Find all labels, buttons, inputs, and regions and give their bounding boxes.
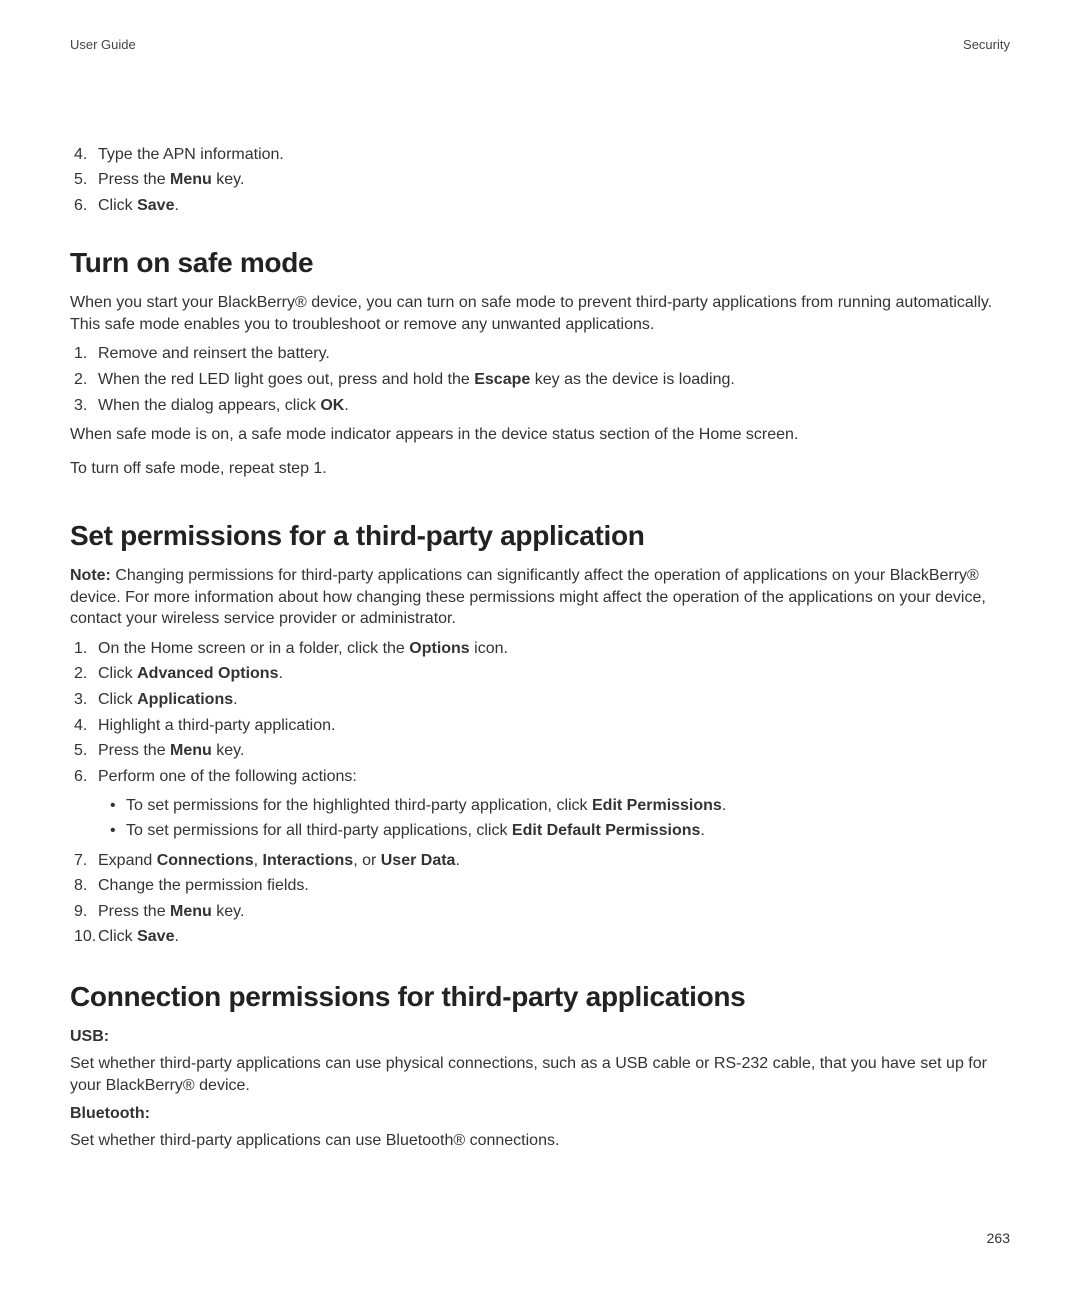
list-item: 6. Click Save.	[70, 195, 1010, 217]
list-item: 3. Click Applications.	[70, 689, 1010, 711]
note-label: Note:	[70, 567, 111, 584]
step-number: 1.	[70, 638, 98, 660]
page-number: 263	[987, 1229, 1010, 1248]
step-text: Highlight a third-party application.	[98, 715, 1010, 737]
safe-mode-intro: When you start your BlackBerry® device, …	[70, 292, 1010, 335]
step-number: 3.	[70, 395, 98, 417]
step-text: Press the Menu key.	[98, 169, 1010, 191]
permissions-steps-continued: 7. Expand Connections, Interactions, or …	[70, 850, 1010, 948]
def-label-usb: USB:	[70, 1026, 1010, 1048]
step-text: Remove and reinsert the battery.	[98, 343, 1010, 365]
step-number: 2.	[70, 369, 98, 391]
step-number: 10.	[70, 926, 98, 948]
step-number: 6.	[70, 766, 98, 788]
step-text: Type the APN information.	[98, 144, 1010, 166]
def-label-bluetooth: Bluetooth:	[70, 1103, 1010, 1125]
step-text: Press the Menu key.	[98, 901, 1010, 923]
step-number: 4.	[70, 715, 98, 737]
list-item: 1. On the Home screen or in a folder, cl…	[70, 638, 1010, 660]
def-body-bluetooth: Set whether third-party applications can…	[70, 1130, 1010, 1152]
page-header: User Guide Security	[70, 36, 1010, 54]
safe-mode-note-1: When safe mode is on, a safe mode indica…	[70, 424, 1010, 446]
safe-mode-steps: 1. Remove and reinsert the battery. 2. W…	[70, 343, 1010, 416]
list-item: 3. When the dialog appears, click OK.	[70, 395, 1010, 417]
permissions-note: Note: Changing permissions for third-par…	[70, 565, 1010, 630]
step-number: 2.	[70, 663, 98, 685]
list-item: 9. Press the Menu key.	[70, 901, 1010, 923]
list-item: 7. Expand Connections, Interactions, or …	[70, 850, 1010, 872]
step-number: 6.	[70, 195, 98, 217]
list-item: 2. When the red LED light goes out, pres…	[70, 369, 1010, 391]
step-number: 3.	[70, 689, 98, 711]
permissions-steps: 1. On the Home screen or in a folder, cl…	[70, 638, 1010, 788]
step-text: When the dialog appears, click OK.	[98, 395, 1010, 417]
list-item: 10. Click Save.	[70, 926, 1010, 948]
step-number: 5.	[70, 740, 98, 762]
list-item: To set permissions for the highlighted t…	[108, 795, 1010, 817]
step-number: 7.	[70, 850, 98, 872]
step-number: 1.	[70, 343, 98, 365]
step-number: 4.	[70, 144, 98, 166]
step-number: 5.	[70, 169, 98, 191]
step-text: Perform one of the following actions:	[98, 766, 1010, 788]
apn-steps-continued: 4. Type the APN information. 5. Press th…	[70, 144, 1010, 217]
step-text: Press the Menu key.	[98, 740, 1010, 762]
list-item: 2. Click Advanced Options.	[70, 663, 1010, 685]
step-number: 9.	[70, 901, 98, 923]
header-left: User Guide	[70, 36, 136, 54]
step-text: Expand Connections, Interactions, or Use…	[98, 850, 1010, 872]
list-item: 4. Highlight a third-party application.	[70, 715, 1010, 737]
header-right: Security	[963, 36, 1010, 54]
list-item: 8. Change the permission fields.	[70, 875, 1010, 897]
list-item: 1. Remove and reinsert the battery.	[70, 343, 1010, 365]
safe-mode-note-2: To turn off safe mode, repeat step 1.	[70, 458, 1010, 480]
permissions-sub-bullets: To set permissions for the highlighted t…	[108, 795, 1010, 841]
page: User Guide Security 4. Type the APN info…	[0, 0, 1080, 1296]
list-item: 5. Press the Menu key.	[70, 740, 1010, 762]
step-text: Click Save.	[98, 926, 1010, 948]
heading-safe-mode: Turn on safe mode	[70, 244, 1010, 282]
heading-connection-permissions: Connection permissions for third-party a…	[70, 978, 1010, 1016]
step-number: 8.	[70, 875, 98, 897]
list-item: To set permissions for all third-party a…	[108, 820, 1010, 842]
list-item: 6. Perform one of the following actions:	[70, 766, 1010, 788]
list-item: 4. Type the APN information.	[70, 144, 1010, 166]
step-text: On the Home screen or in a folder, click…	[98, 638, 1010, 660]
def-body-usb: Set whether third-party applications can…	[70, 1053, 1010, 1096]
step-text: Change the permission fields.	[98, 875, 1010, 897]
list-item: 5. Press the Menu key.	[70, 169, 1010, 191]
heading-set-permissions: Set permissions for a third-party applic…	[70, 517, 1010, 555]
step-text: Click Applications.	[98, 689, 1010, 711]
step-text: Click Save.	[98, 195, 1010, 217]
step-text: When the red LED light goes out, press a…	[98, 369, 1010, 391]
step-text: Click Advanced Options.	[98, 663, 1010, 685]
